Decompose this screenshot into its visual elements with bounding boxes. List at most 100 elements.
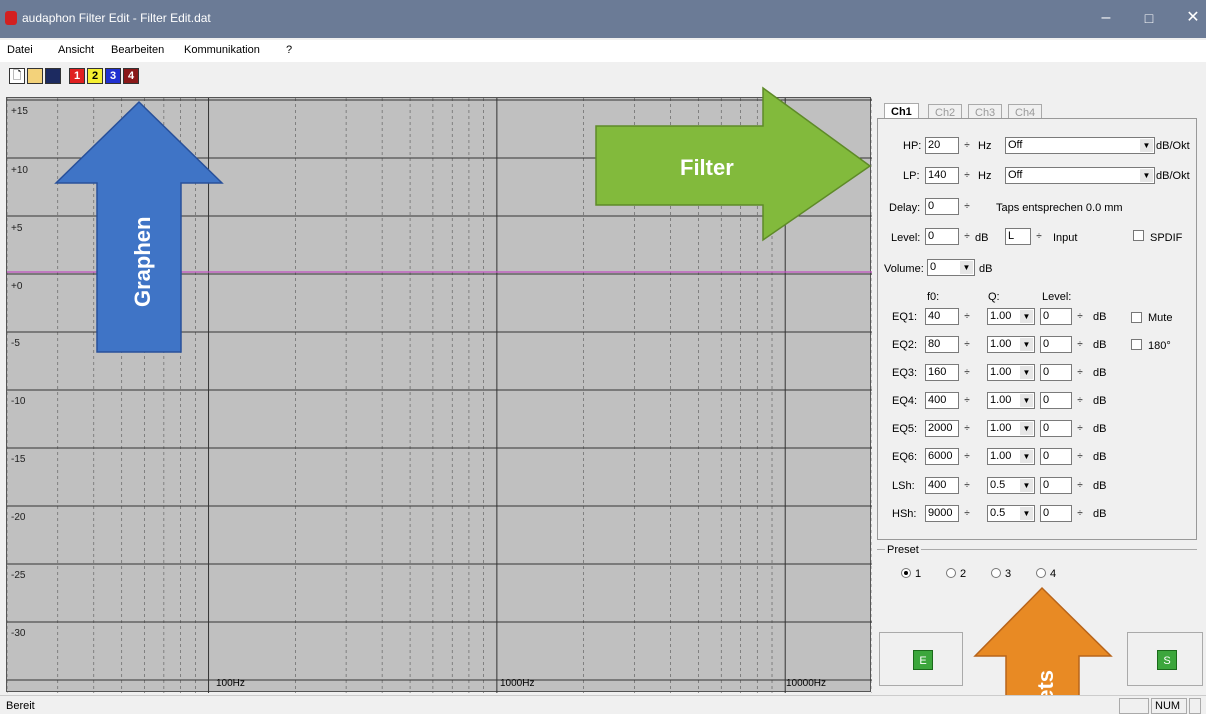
eq-f0-input[interactable]: 40	[925, 308, 959, 325]
eq-label: EQ3:	[892, 367, 918, 379]
y-label: -20	[11, 512, 26, 523]
s-button[interactable]: S	[1127, 632, 1203, 686]
preset-radio-3[interactable]	[991, 568, 1001, 578]
eq-f0-input[interactable]: 9000	[925, 505, 959, 522]
preset-radio-1[interactable]	[901, 568, 911, 578]
graph-1-button[interactable]: 1	[69, 68, 85, 84]
level-spinner[interactable]: ÷	[960, 228, 974, 245]
y-label: +5	[11, 223, 23, 234]
frequency-response-graph[interactable]: +15 +10 +5 +0 -5 -10 -15 -20 -25 -30	[6, 97, 872, 693]
preset-radio-4[interactable]	[1036, 568, 1046, 578]
mute-checkbox[interactable]	[1131, 312, 1142, 323]
open-folder-icon[interactable]	[27, 68, 43, 84]
chevron-down-icon[interactable]: ▼	[1020, 479, 1033, 492]
level-unit: dB	[975, 232, 989, 244]
chevron-down-icon[interactable]: ▼	[1020, 310, 1033, 323]
y-label: -15	[11, 454, 26, 465]
eq-level-spinner[interactable]: ÷	[1073, 505, 1087, 522]
eq-level-spinner[interactable]: ÷	[1073, 364, 1087, 381]
eq-level-input[interactable]: 0	[1040, 420, 1072, 437]
spdif-label: SPDIF	[1150, 232, 1183, 244]
eq-label: EQ6:	[892, 451, 918, 463]
eq-level-input[interactable]: 0	[1040, 505, 1072, 522]
graph-3-button[interactable]: 3	[105, 68, 121, 84]
chevron-down-icon[interactable]: ▼	[960, 261, 973, 274]
menu-bearbeiten[interactable]: Bearbeiten	[111, 44, 164, 56]
eq-f0-spinner[interactable]: ÷	[960, 336, 974, 353]
menu-datei[interactable]: Datei	[7, 44, 33, 56]
minimize-button[interactable]: –	[1095, 7, 1117, 31]
e-button[interactable]: E	[879, 632, 963, 686]
delay-input[interactable]: 0	[925, 198, 959, 215]
eq-level-spinner[interactable]: ÷	[1073, 336, 1087, 353]
eq-f0-input[interactable]: 400	[925, 392, 959, 409]
eq-f0-input[interactable]: 400	[925, 477, 959, 494]
eq-level-spinner[interactable]: ÷	[1073, 392, 1087, 409]
eq-level-input[interactable]: 0	[1040, 308, 1072, 325]
lp-label: LP:	[903, 170, 920, 182]
chevron-down-icon[interactable]: ▼	[1020, 422, 1033, 435]
mute-label: Mute	[1148, 312, 1173, 324]
spdif-checkbox[interactable]	[1133, 230, 1144, 241]
input-select[interactable]: L	[1005, 228, 1031, 245]
maximize-button[interactable]: □	[1138, 7, 1160, 31]
menu-help[interactable]: ?	[286, 44, 292, 56]
lp-unit: Hz	[978, 170, 992, 182]
eq-level-spinner[interactable]: ÷	[1073, 477, 1087, 494]
eq-level-input[interactable]: 0	[1040, 364, 1072, 381]
volume-unit: dB	[979, 263, 993, 275]
menu-kommunikation[interactable]: Kommunikation	[184, 44, 260, 56]
eq-f0-spinner[interactable]: ÷	[960, 477, 974, 494]
menu-ansicht[interactable]: Ansicht	[58, 44, 94, 56]
y-label: -10	[11, 396, 26, 407]
lp-type-select[interactable]: Off	[1005, 167, 1155, 184]
eq-f0-spinner[interactable]: ÷	[960, 308, 974, 325]
chevron-down-icon[interactable]: ▼	[1020, 366, 1033, 379]
eq-f0-input[interactable]: 160	[925, 364, 959, 381]
close-button[interactable]: ✕	[1182, 7, 1204, 31]
eq-level-input[interactable]: 0	[1040, 477, 1072, 494]
eq-f0-input[interactable]: 2000	[925, 420, 959, 437]
preset-option-label: 3	[1005, 568, 1012, 580]
status-text: Bereit	[6, 700, 35, 712]
input-spinner[interactable]: ÷	[1032, 228, 1046, 245]
eq-f0-spinner[interactable]: ÷	[960, 392, 974, 409]
eq-f0-spinner[interactable]: ÷	[960, 448, 974, 465]
hp-spinner[interactable]: ÷	[960, 137, 974, 154]
save-disk-icon[interactable]	[45, 68, 61, 84]
status-bar: Bereit NUM	[0, 695, 1206, 714]
graph-2-button[interactable]: 2	[87, 68, 103, 84]
chevron-down-icon[interactable]: ▼	[1020, 394, 1033, 407]
hp-frequency-input[interactable]: 20	[925, 137, 959, 154]
lp-spinner[interactable]: ÷	[960, 167, 974, 184]
delay-spinner[interactable]: ÷	[960, 198, 974, 215]
chevron-down-icon[interactable]: ▼	[1140, 169, 1153, 182]
preset-radio-2[interactable]	[946, 568, 956, 578]
eq-level-input[interactable]: 0	[1040, 392, 1072, 409]
y-label: +10	[11, 165, 28, 176]
chevron-down-icon[interactable]: ▼	[1140, 139, 1153, 152]
eq-level-spinner[interactable]: ÷	[1073, 448, 1087, 465]
hp-type-select[interactable]: Off	[1005, 137, 1155, 154]
eq-level-input[interactable]: 0	[1040, 336, 1072, 353]
eq-level-spinner[interactable]: ÷	[1073, 420, 1087, 437]
level-input[interactable]: 0	[925, 228, 959, 245]
graph-4-button[interactable]: 4	[123, 68, 139, 84]
eq-f0-spinner[interactable]: ÷	[960, 505, 974, 522]
window-title: audaphon Filter Edit - Filter Edit.dat	[22, 11, 211, 25]
eq-level-input[interactable]: 0	[1040, 448, 1072, 465]
eq-f0-spinner[interactable]: ÷	[960, 364, 974, 381]
eq-f0-input[interactable]: 80	[925, 336, 959, 353]
eq-level-spinner[interactable]: ÷	[1073, 308, 1087, 325]
eq-label: EQ2:	[892, 339, 918, 351]
chevron-down-icon[interactable]: ▼	[1020, 338, 1033, 351]
eq-f0-spinner[interactable]: ÷	[960, 420, 974, 437]
eq-label: EQ5:	[892, 423, 918, 435]
lp-frequency-input[interactable]: 140	[925, 167, 959, 184]
chevron-down-icon[interactable]: ▼	[1020, 450, 1033, 463]
y-label: +0	[11, 281, 23, 292]
new-file-icon[interactable]: 🗋	[9, 68, 25, 84]
phase-180-checkbox[interactable]	[1131, 339, 1142, 350]
chevron-down-icon[interactable]: ▼	[1020, 507, 1033, 520]
eq-f0-input[interactable]: 6000	[925, 448, 959, 465]
